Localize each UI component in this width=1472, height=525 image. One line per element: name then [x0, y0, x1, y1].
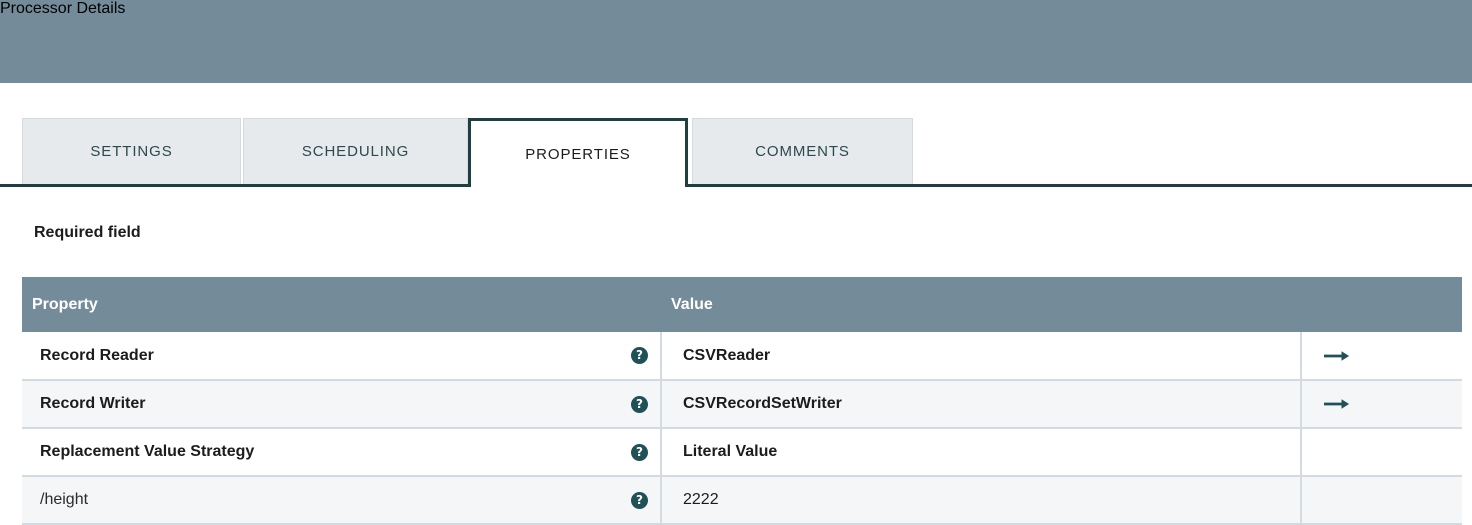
arrow-right-icon[interactable] [1324, 397, 1350, 411]
go-to-service-cell [1300, 428, 1462, 477]
arrow-right-icon[interactable] [1324, 349, 1350, 363]
column-header-value: Value [661, 277, 1301, 332]
table-header-row: Property Value [22, 277, 1462, 332]
property-cell: /height? [22, 476, 661, 525]
value-cell[interactable]: CSVReader [660, 332, 1301, 381]
value-cell[interactable]: Literal Value [660, 428, 1301, 477]
tab-settings[interactable]: SETTINGS [22, 118, 241, 184]
tab-label: SETTINGS [90, 143, 173, 160]
tab-label: PROPERTIES [525, 145, 631, 163]
tab-strip: SETTINGS SCHEDULING PROPERTIES COMMENTS [0, 118, 1472, 187]
property-name: Record Writer [40, 395, 146, 412]
go-to-service-cell[interactable] [1300, 332, 1462, 381]
required-field-legend: Required field [34, 224, 141, 241]
table-row[interactable]: Record Reader? CSVReader [22, 332, 1462, 381]
table-row[interactable]: Record Writer? CSVRecordSetWriter [22, 380, 1462, 429]
value-cell[interactable]: 2222 [660, 476, 1301, 525]
property-name: /height [40, 491, 89, 508]
property-value: Literal Value [683, 443, 778, 460]
table-body: Record Reader? CSVReader Record Writer? CSV… [22, 332, 1462, 525]
property-name: Replacement Value Strategy [40, 443, 255, 460]
property-cell: Record Reader? [22, 332, 661, 381]
go-to-service-cell [1300, 476, 1462, 525]
page-title: Processor Details [0, 0, 126, 17]
help-circle-icon[interactable]: ? [631, 347, 648, 364]
value-cell[interactable]: CSVRecordSetWriter [660, 380, 1301, 429]
table-header: Property Value [22, 277, 1462, 332]
tab-comments[interactable]: COMMENTS [692, 118, 913, 184]
tab-scheduling[interactable]: SCHEDULING [243, 118, 468, 184]
table-row[interactable]: /height? 2222 [22, 476, 1462, 525]
help-circle-icon[interactable]: ? [631, 395, 648, 413]
tab-properties[interactable]: PROPERTIES [468, 118, 688, 187]
property-cell: Record Writer? [22, 380, 661, 429]
properties-table: Property Value Record Reader? CSVReader Re… [22, 277, 1462, 525]
property-name: Record Reader [40, 346, 154, 364]
tab-label: SCHEDULING [301, 143, 410, 160]
property-value: CSVReader [683, 346, 771, 364]
property-value: 2222 [683, 491, 719, 508]
go-to-service-cell[interactable] [1300, 380, 1462, 429]
app-header: Processor Details [0, 0, 1472, 83]
help-circle-icon[interactable]: ? [631, 443, 648, 461]
help-circle-icon[interactable]: ? [631, 491, 648, 509]
column-header-actions [1301, 277, 1462, 332]
table-row[interactable]: Replacement Value Strategy? Literal Value [22, 428, 1462, 477]
tab-label: COMMENTS [755, 143, 850, 160]
property-cell: Replacement Value Strategy? [22, 428, 661, 477]
column-header-property: Property [22, 277, 661, 332]
property-value: CSVRecordSetWriter [683, 395, 842, 412]
